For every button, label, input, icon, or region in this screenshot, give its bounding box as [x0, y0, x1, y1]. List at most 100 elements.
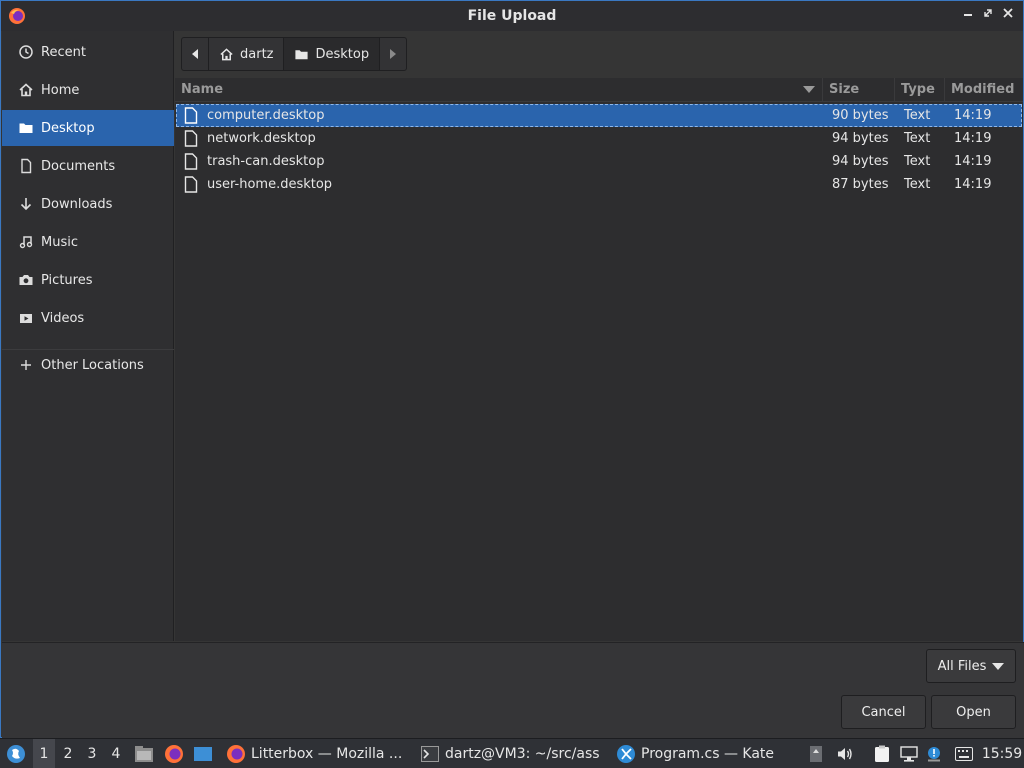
- kate-icon: [616, 744, 636, 764]
- clock[interactable]: 15:59: [982, 739, 1022, 768]
- minimize-icon[interactable]: [959, 7, 977, 25]
- column-size[interactable]: Size: [823, 78, 895, 102]
- tray-keyboard[interactable]: [953, 739, 975, 768]
- sidebar-item-home[interactable]: Home: [2, 72, 174, 108]
- sidebar-item-recent[interactable]: Recent: [2, 34, 174, 70]
- path-back-button[interactable]: [182, 38, 209, 70]
- notification-icon: [928, 747, 940, 762]
- file-type: Text: [904, 177, 931, 192]
- folder-icon: [17, 119, 35, 137]
- task-terminal[interactable]: dartz@VM3: ~/src/ass: [416, 739, 606, 768]
- tray-notes[interactable]: [871, 739, 893, 768]
- file-size: 94 bytes: [832, 131, 889, 146]
- file-manager-icon: [135, 746, 153, 762]
- path-bar: dartz Desktop: [181, 37, 408, 71]
- file-name: network.desktop: [207, 131, 316, 146]
- dialog-footer: All Files Cancel Open: [2, 642, 1024, 738]
- tray-volume[interactable]: [834, 739, 856, 768]
- window-title: File Upload: [467, 8, 557, 24]
- file-type: Text: [904, 108, 931, 123]
- close-icon[interactable]: [999, 7, 1017, 25]
- file-size: 94 bytes: [832, 154, 889, 169]
- file-icon: [184, 153, 198, 170]
- column-modified[interactable]: Modified: [945, 78, 1023, 102]
- firefox-icon: [165, 745, 183, 763]
- file-modified: 14:19: [954, 108, 992, 123]
- file-filter-dropdown[interactable]: All Files: [926, 649, 1016, 683]
- path-forward-button[interactable]: [380, 38, 406, 70]
- chevron-left-icon: [192, 49, 198, 59]
- file-row[interactable]: computer.desktop 90 bytes Text 14:19: [176, 104, 1022, 127]
- document-icon: [17, 157, 35, 175]
- places-sidebar: Recent Home Desktop Documents Downloads: [2, 31, 174, 641]
- file-icon: [184, 107, 198, 124]
- folder-icon: [294, 47, 309, 62]
- sidebar-item-pictures[interactable]: Pictures: [2, 262, 174, 298]
- titlebar[interactable]: File Upload: [1, 1, 1023, 31]
- chevron-right-icon: [390, 49, 397, 59]
- tray-network[interactable]: [898, 739, 920, 768]
- sidebar-item-label: Music: [41, 234, 78, 250]
- file-icon: [184, 176, 198, 193]
- file-filter-label: All Files: [937, 658, 987, 674]
- sidebar-item-label: Recent: [41, 44, 86, 60]
- column-name[interactable]: Name: [175, 78, 823, 102]
- file-name: computer.desktop: [207, 108, 325, 123]
- workspace-1[interactable]: 1: [33, 739, 55, 768]
- sidebar-item-videos[interactable]: Videos: [2, 300, 174, 336]
- file-upload-dialog: File Upload Recent Home Desktop Document…: [0, 0, 1024, 738]
- file-row[interactable]: network.desktop 94 bytes Text 14:19: [176, 127, 1022, 150]
- sidebar-item-downloads[interactable]: Downloads: [2, 186, 174, 222]
- file-list[interactable]: Name Size Type Modified computer.desktop…: [175, 78, 1023, 641]
- cancel-button[interactable]: Cancel: [841, 695, 926, 729]
- open-button[interactable]: Open: [931, 695, 1016, 729]
- workspace-3[interactable]: 3: [81, 739, 103, 768]
- sidebar-item-other-locations[interactable]: Other Locations: [2, 347, 174, 383]
- file-modified: 14:19: [954, 154, 992, 169]
- quicklaunch-firefox[interactable]: [163, 739, 185, 768]
- tray-updates[interactable]: [924, 739, 944, 768]
- file-modified: 14:19: [954, 177, 992, 192]
- sidebar-item-label: Downloads: [41, 196, 113, 212]
- launcher-icon: [7, 745, 25, 763]
- file-row[interactable]: user-home.desktop 87 bytes Text 14:19: [176, 173, 1022, 196]
- clock-icon: [17, 43, 35, 61]
- video-icon: [17, 309, 35, 327]
- firefox-icon: [9, 8, 25, 24]
- sidebar-item-documents[interactable]: Documents: [2, 148, 174, 184]
- download-icon: [17, 195, 35, 213]
- path-segment-label: Desktop: [315, 46, 370, 62]
- file-size: 87 bytes: [832, 177, 889, 192]
- task-kate[interactable]: Program.cs — Kate: [612, 739, 792, 768]
- quicklaunch-desktop[interactable]: [192, 739, 214, 768]
- file-size: 90 bytes: [832, 108, 889, 123]
- sort-descending-icon[interactable]: [803, 86, 815, 93]
- app-launcher-button[interactable]: [4, 739, 28, 768]
- file-name: user-home.desktop: [207, 177, 333, 192]
- sidebar-item-label: Home: [41, 82, 80, 98]
- file-type: Text: [904, 131, 931, 146]
- restore-icon[interactable]: [979, 7, 997, 25]
- path-segment-desktop[interactable]: Desktop: [284, 38, 381, 70]
- sidebar-item-music[interactable]: Music: [2, 224, 174, 260]
- column-header: Name Size Type Modified: [175, 78, 1023, 102]
- show-desktop-icon: [194, 747, 212, 761]
- file-row[interactable]: trash-can.desktop 94 bytes Text 14:19: [176, 150, 1022, 173]
- workspace-4[interactable]: 4: [105, 739, 127, 768]
- clipboard-icon: [875, 745, 889, 762]
- home-icon: [219, 47, 234, 62]
- sidebar-item-label: Pictures: [41, 272, 93, 288]
- sidebar-item-label: Desktop: [41, 120, 95, 136]
- path-segment-label: dartz: [240, 46, 274, 62]
- keyboard-icon: [955, 747, 973, 761]
- path-segment-home[interactable]: dartz: [209, 38, 285, 70]
- task-firefox[interactable]: Litterbox — Mozilla ...: [222, 739, 410, 768]
- sidebar-item-desktop[interactable]: Desktop: [2, 110, 174, 146]
- task-label: Program.cs — Kate: [641, 746, 775, 762]
- tray-clipboard[interactable]: [806, 739, 826, 768]
- home-icon: [17, 81, 35, 99]
- column-type[interactable]: Type: [895, 78, 945, 102]
- sidebar-item-label: Other Locations: [41, 357, 144, 373]
- workspace-2[interactable]: 2: [57, 739, 79, 768]
- quicklaunch-files[interactable]: [133, 739, 155, 768]
